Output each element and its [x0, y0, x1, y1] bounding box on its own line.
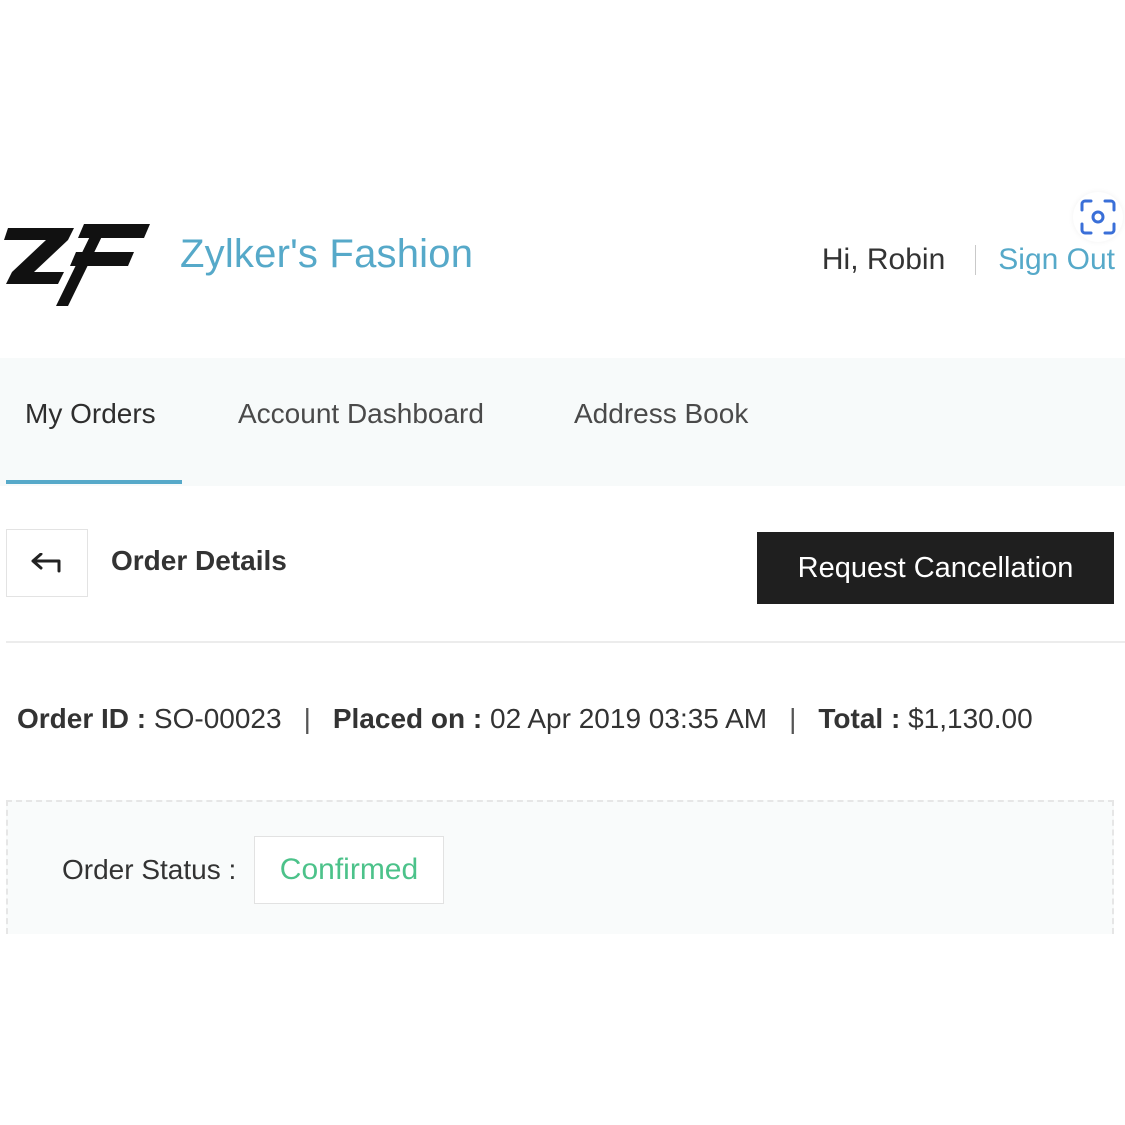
brand-logo[interactable]: [4, 218, 150, 308]
status-badge: Confirmed: [254, 836, 444, 904]
user-greeting: Hi, Robin: [821, 243, 946, 276]
meta-separator: |: [789, 703, 797, 734]
order-id-label: Order ID :: [17, 703, 147, 734]
back-button[interactable]: [6, 529, 88, 597]
sign-out-link[interactable]: Sign Out: [998, 243, 1115, 277]
order-summary: Order ID : SO-00023 | Placed on : 02 Apr…: [17, 703, 1033, 735]
order-status-panel: Order Status : Confirmed: [6, 800, 1114, 934]
scan-icon[interactable]: [1073, 192, 1123, 242]
brand-name[interactable]: Zylker's Fashion: [180, 232, 473, 277]
order-id-value: SO-00023: [153, 703, 282, 734]
zf-logo-icon: [4, 224, 150, 306]
user-area: Hi, Robin Sign Out: [822, 243, 1115, 277]
page-title: Order Details: [111, 545, 287, 576]
back-arrow-icon: [31, 553, 61, 573]
active-tab-indicator: [6, 480, 182, 484]
scan-icon-glyph: [1080, 199, 1116, 235]
tab-account-dashboard[interactable]: Account Dashboard: [238, 398, 484, 430]
header-separator: [975, 245, 977, 275]
order-status-label: Order Status :: [62, 854, 237, 885]
tab-address-book[interactable]: Address Book: [574, 398, 748, 430]
request-cancellation-button[interactable]: Request Cancellation: [757, 532, 1114, 604]
account-tabs: My Orders Account Dashboard Address Book: [0, 358, 1125, 486]
meta-separator: |: [303, 703, 311, 734]
total-value: $1,130.00: [908, 703, 1033, 734]
total-label: Total :: [818, 703, 901, 734]
tab-my-orders[interactable]: My Orders: [25, 398, 156, 430]
placed-on-value: 02 Apr 2019 03:35 AM: [490, 703, 768, 734]
placed-on-label: Placed on :: [332, 703, 483, 734]
section-divider: [6, 641, 1125, 643]
